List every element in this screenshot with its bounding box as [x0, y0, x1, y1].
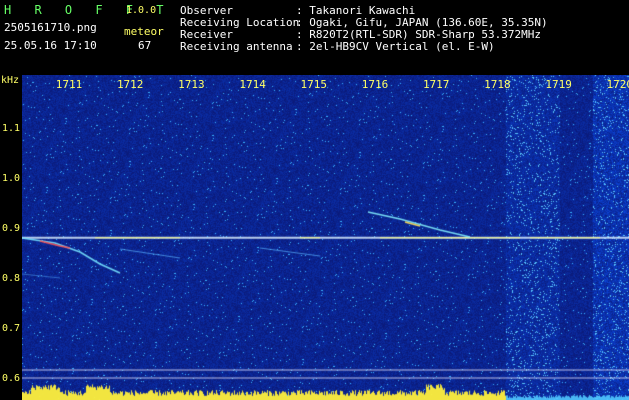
header-panel: H R O F F T 1.0.0 2505161710.png meteor …	[0, 0, 629, 72]
date-time: 25.05.16 17:10	[4, 39, 97, 52]
x-tick-label: 1718	[484, 78, 511, 91]
x-tick-label: 1713	[178, 78, 205, 91]
meteor-label: meteor	[124, 25, 164, 38]
meteor-count: 67	[138, 39, 152, 52]
x-tick-label: 1717	[422, 78, 450, 91]
y-tick-label: 0.8	[2, 272, 21, 284]
y-axis: kHz	[0, 72, 22, 400]
x-tick-label: 1719	[545, 78, 572, 91]
y-axis-unit: kHz	[1, 75, 20, 86]
spectrogram-plot	[22, 75, 629, 400]
x-tick-label: 1714	[239, 78, 266, 91]
info-label-antenna: Receiving antenna	[180, 40, 293, 53]
y-tick-label: 1.0	[2, 172, 21, 184]
y-tick-label: 0.9	[2, 222, 21, 234]
x-tick-label: 1712	[116, 78, 144, 91]
y-tick-label: 0.6	[2, 372, 21, 384]
y-tick-label: 1.1	[2, 123, 21, 134]
x-tick-label: 1716	[361, 78, 389, 91]
app-version: 1.0.0	[126, 5, 157, 16]
info-value-antenna: : 2el-HB9CV Vertical (el. E-W)	[296, 40, 495, 53]
file-name: 2505161710.png	[4, 21, 97, 34]
x-tick-label: 1715	[300, 78, 328, 91]
x-tick-label: 1720	[606, 78, 629, 91]
y-tick-label: 0.7	[2, 322, 21, 334]
x-tick-label: 1711	[55, 78, 83, 91]
